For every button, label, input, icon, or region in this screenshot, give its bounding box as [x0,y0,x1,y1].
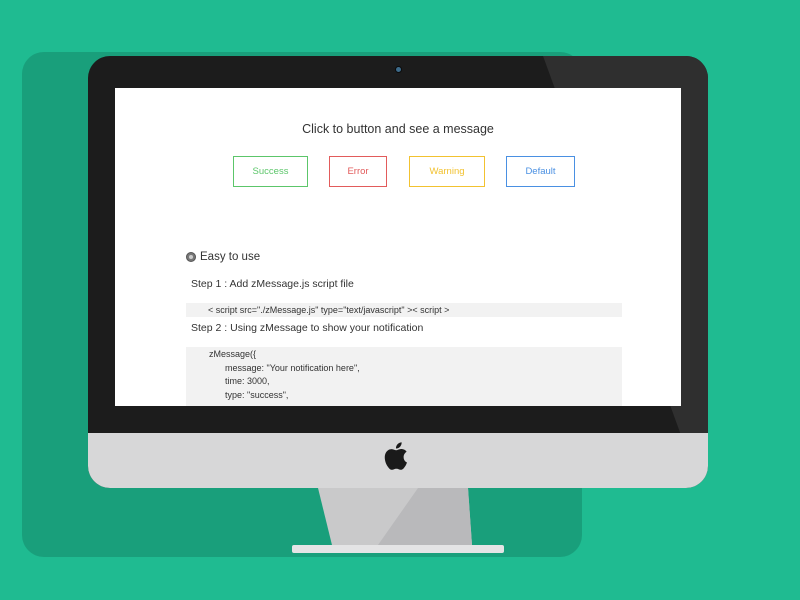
default-button[interactable]: Default [506,156,575,187]
monitor-base [292,545,504,553]
section-title: Easy to use [200,251,261,263]
error-button[interactable]: Error [329,156,387,187]
step-2-label: Step 2 : Using zMessage to show your not… [191,322,424,334]
step-1-label: Step 1 : Add zMessage.js script file [191,278,354,290]
code-line: zMessage({ [209,349,257,359]
step-2-code: zMessage({ message: "Your notification h… [186,347,622,406]
page-title: Click to button and see a message [302,122,494,136]
circle-bullet-icon [186,252,196,262]
success-button[interactable]: Success [233,156,308,187]
code-line: message: "Your notification here", [225,362,360,373]
step-1-code: < script src="./zMessage.js" type="text/… [186,303,622,317]
section-heading: Easy to use [186,251,260,263]
apple-logo-icon [384,442,407,470]
screen: Click to button and see a message Succes… [115,88,681,406]
warning-button[interactable]: Warning [409,156,485,187]
camera-icon [396,67,401,72]
code-line: type: "success", [225,389,289,400]
code-line: time: 3000, [225,376,270,386]
